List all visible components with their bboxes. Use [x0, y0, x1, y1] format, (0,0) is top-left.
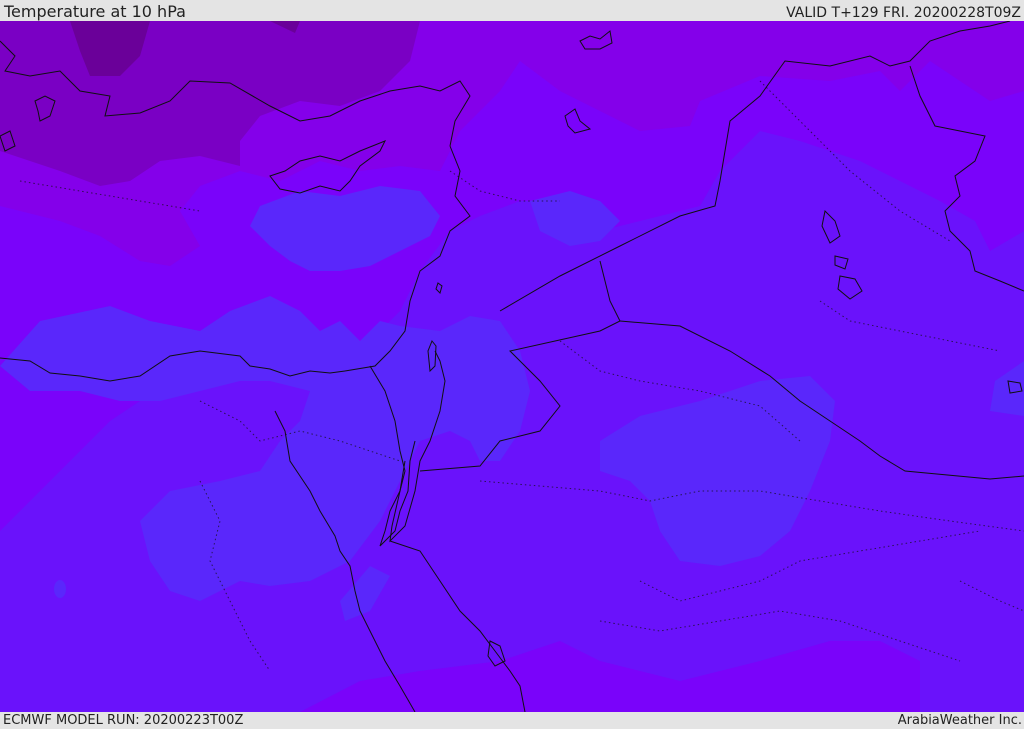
map-title: Temperature at 10 hPa — [4, 2, 186, 21]
model-run: ECMWF MODEL RUN: 20200223T00Z — [3, 713, 244, 728]
valid-time: VALID T+129 FRI. 20200228T09Z — [786, 5, 1021, 21]
temperature-map — [0, 21, 1024, 712]
title-bar: Temperature at 10 hPa VALID T+129 FRI. 2… — [0, 0, 1024, 21]
credit: ArabiaWeather Inc. — [897, 713, 1022, 728]
footer-bar: ECMWF MODEL RUN: 20200223T00Z ArabiaWeat… — [0, 712, 1024, 729]
